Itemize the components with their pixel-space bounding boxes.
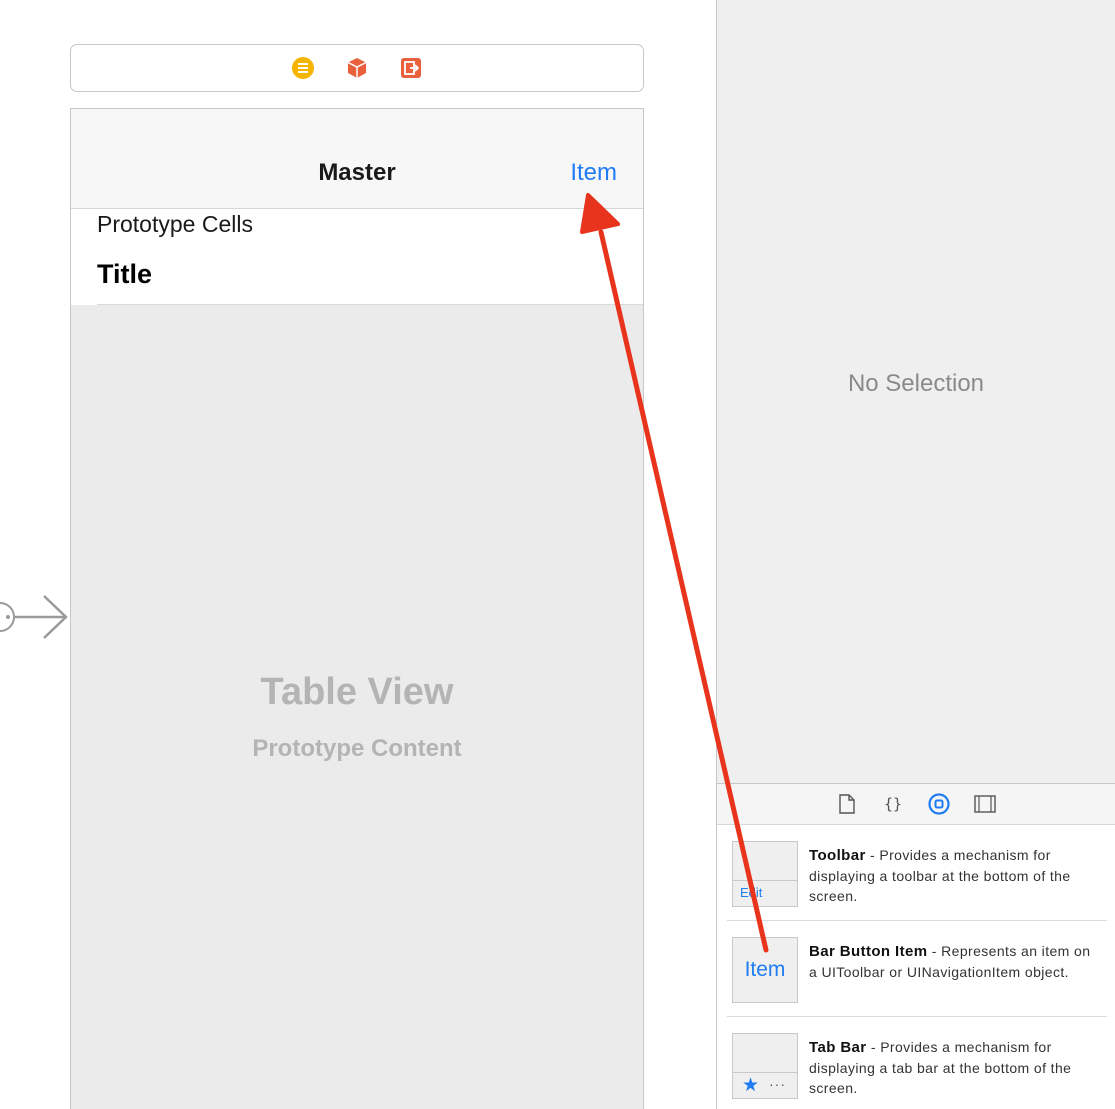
thumbnail-edit-label: Edit	[740, 885, 763, 900]
library-item-description: Tab Bar - Provides a mechanism for displ…	[809, 1037, 1099, 1098]
bar-button-item-thumbnail: Item	[732, 937, 798, 1003]
library-item-name: Bar Button Item	[809, 943, 928, 960]
no-selection-label: No Selection	[847, 370, 985, 397]
object-library-icon[interactable]	[928, 793, 950, 815]
library-item-description: Bar Button Item - Represents an item on …	[809, 941, 1099, 982]
master-scene[interactable]: Master Item Prototype Cells Title Table …	[70, 108, 644, 1109]
library-item-bar-button-item[interactable]: Item Bar Button Item - Represents an ite…	[717, 921, 1115, 1017]
navigation-bar[interactable]: Master Item	[71, 109, 643, 209]
thumbnail-item-label: Item	[744, 958, 786, 981]
section-header: Prototype Cells	[97, 211, 253, 237]
storyboard-entry-point-icon	[0, 595, 68, 639]
library-item-name: Tab Bar	[809, 1039, 867, 1056]
nav-title: Master	[318, 159, 396, 186]
tab-bar-thumbnail: ★ ···	[732, 1033, 798, 1099]
cell-separator	[97, 304, 643, 305]
table-view-placeholder: Table View	[260, 671, 454, 713]
library-tab-bar: {}	[717, 783, 1115, 825]
file-template-icon[interactable]	[836, 793, 858, 815]
nav-bar-button-item[interactable]: Item	[570, 159, 617, 187]
toolbar-thumbnail: Edit	[732, 841, 798, 907]
exit-icon[interactable]	[399, 56, 423, 80]
thumbnail-divider	[733, 880, 797, 881]
inspector-pane: No Selection	[717, 0, 1115, 783]
thumbnail-divider	[733, 1072, 797, 1073]
view-controller-icon[interactable]	[291, 56, 315, 80]
scene-dock	[70, 44, 644, 92]
more-dots-icon: ···	[769, 1076, 786, 1092]
table-cell-title[interactable]: Title	[97, 259, 152, 290]
library-item-name: Toolbar	[809, 847, 866, 864]
library-item-description: Toolbar - Provides a mechanism for displ…	[809, 845, 1099, 906]
prototype-cells-section: Prototype Cells Title	[71, 209, 643, 305]
library-item-tab-bar[interactable]: ★ ··· Tab Bar - Provides a mechanism for…	[717, 1017, 1115, 1109]
code-snippet-icon[interactable]: {}	[882, 793, 904, 815]
star-icon: ★	[742, 1075, 760, 1096]
library-item-toolbar[interactable]: Edit Toolbar - Provides a mechanism for …	[717, 825, 1115, 921]
object-library-list: Edit Toolbar - Provides a mechanism for …	[717, 825, 1115, 1109]
svg-text:{}: {}	[884, 795, 902, 813]
table-view-placeholder-subtitle: Prototype Content	[252, 735, 462, 762]
media-library-icon[interactable]	[974, 793, 996, 815]
first-responder-icon[interactable]	[345, 56, 369, 80]
